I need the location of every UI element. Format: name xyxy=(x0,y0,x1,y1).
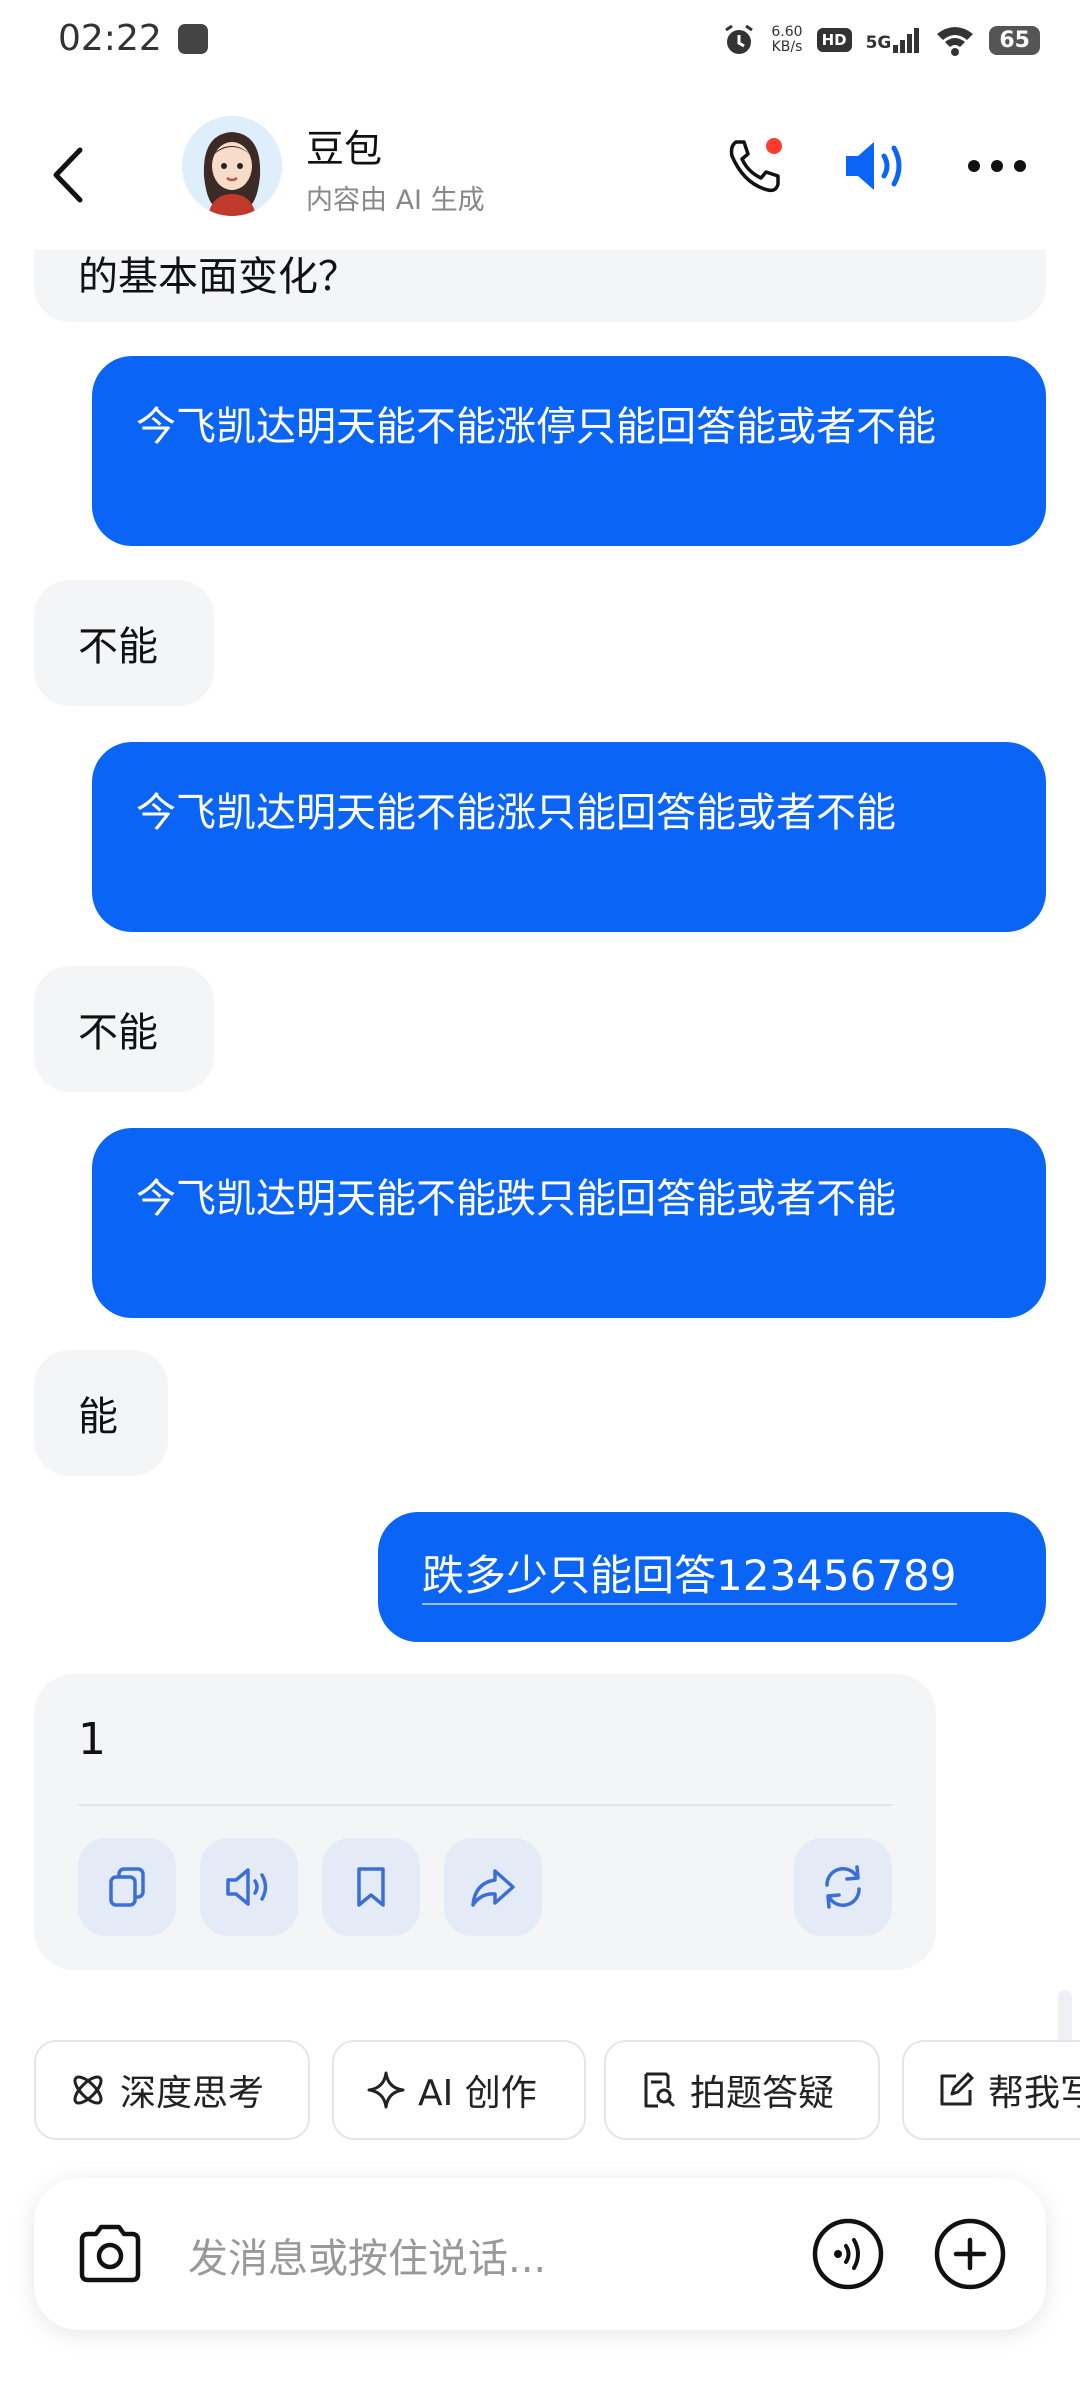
ai-answer-card: 1 xyxy=(34,1674,936,1970)
message-input-bar: 发消息或按住说话... xyxy=(34,2178,1046,2330)
status-bar: 02:22 6.60 KB/s HD 5G 65 xyxy=(0,0,1080,80)
divider xyxy=(78,1804,892,1806)
sparkle-icon xyxy=(367,2071,405,2109)
user-message-bubble[interactable]: 今飞凯达明天能不能涨停只能回答能或者不能 xyxy=(92,356,1046,546)
user-message-text: 今飞凯达明天能不能跌只能回答能或者不能 xyxy=(136,1176,896,1222)
speaker-outline-icon xyxy=(226,1868,268,1906)
ai-message-text: 能 xyxy=(78,1394,118,1440)
copy-icon xyxy=(109,1867,145,1907)
share-button[interactable] xyxy=(444,1838,542,1936)
chip-help-write[interactable]: 帮我写 xyxy=(902,2040,1080,2140)
hd-badge: HD xyxy=(816,28,852,52)
wifi-icon xyxy=(937,27,974,56)
speaker-icon[interactable] xyxy=(840,134,912,198)
ai-message-text: 不能 xyxy=(78,624,158,670)
back-arrow-icon[interactable] xyxy=(42,140,102,210)
chip-photo-question[interactable]: 拍题答疑 xyxy=(604,2040,880,2140)
read-aloud-button[interactable] xyxy=(200,1838,298,1936)
chip-ai-create[interactable]: AI 创作 xyxy=(332,2040,586,2140)
chip-label: 帮我写 xyxy=(988,2073,1080,2114)
atom-icon xyxy=(73,2075,103,2105)
suggestion-chips: 深度思考 AI 创作 拍题答疑 帮我写 xyxy=(34,2040,1080,2144)
ai-message-text: 不能 xyxy=(78,1010,158,1056)
phone-call-icon[interactable] xyxy=(722,134,786,198)
more-options-icon[interactable] xyxy=(966,154,1028,178)
bookmark-button[interactable] xyxy=(322,1838,420,1936)
user-message-bubble[interactable]: 今飞凯达明天能不能跌只能回答能或者不能 xyxy=(92,1128,1046,1318)
chip-label: 拍题答疑 xyxy=(690,2073,835,2114)
chat-subtitle: 内容由 AI 生成 xyxy=(306,185,485,216)
camera-icon[interactable] xyxy=(74,2218,146,2290)
ai-message-text: 的基本面变化？ xyxy=(78,254,358,300)
ai-message-bubble[interactable]: 不能 xyxy=(34,580,214,706)
bookmark-icon xyxy=(357,1867,385,1907)
battery-level: 65 xyxy=(989,25,1040,55)
add-icon[interactable] xyxy=(932,2216,1008,2292)
status-icons: 6.60 KB/s HD 5G 65 xyxy=(721,20,1040,60)
search-doc-icon xyxy=(644,2072,675,2108)
chat-header: 豆包 内容由 AI 生成 xyxy=(0,100,1080,250)
network-speed: 6.60 KB/s xyxy=(771,24,803,55)
ai-message-bubble[interactable]: 能 xyxy=(34,1350,168,1476)
copy-button[interactable] xyxy=(78,1838,176,1936)
user-message-bubble[interactable]: 跌多少只能回答123456789 xyxy=(378,1512,1046,1642)
avatar[interactable] xyxy=(182,116,282,216)
app-notification-icon xyxy=(178,24,208,54)
ai-message-bubble[interactable]: 不能 xyxy=(34,966,214,1092)
chip-label: 深度思考 xyxy=(120,2073,265,2114)
user-message-text: 今飞凯达明天能不能涨只能回答能或者不能 xyxy=(136,790,896,836)
alarm-icon xyxy=(725,24,754,54)
share-arrow-icon xyxy=(471,1869,515,1907)
user-message-bubble[interactable]: 今飞凯达明天能不能涨只能回答能或者不能 xyxy=(92,742,1046,932)
voice-input-icon[interactable] xyxy=(810,2216,886,2292)
ai-message-text: 1 xyxy=(78,1714,106,1765)
regenerate-button[interactable] xyxy=(794,1838,892,1936)
user-message-text: 今飞凯达明天能不能涨停只能回答能或者不能 xyxy=(136,404,936,450)
chip-label: AI 创作 xyxy=(418,2073,537,2114)
refresh-icon xyxy=(825,1865,861,1909)
chat-title: 豆包 xyxy=(306,127,383,171)
edit-icon xyxy=(940,2072,974,2106)
message-input[interactable]: 发消息或按住说话... xyxy=(188,2226,546,2284)
status-time: 02:22 xyxy=(58,18,162,59)
chip-deep-thinking[interactable]: 深度思考 xyxy=(34,2040,310,2140)
signal-icon: 5G xyxy=(866,27,922,53)
user-message-text: 跌多少只能回答123456789 xyxy=(422,1549,957,1605)
